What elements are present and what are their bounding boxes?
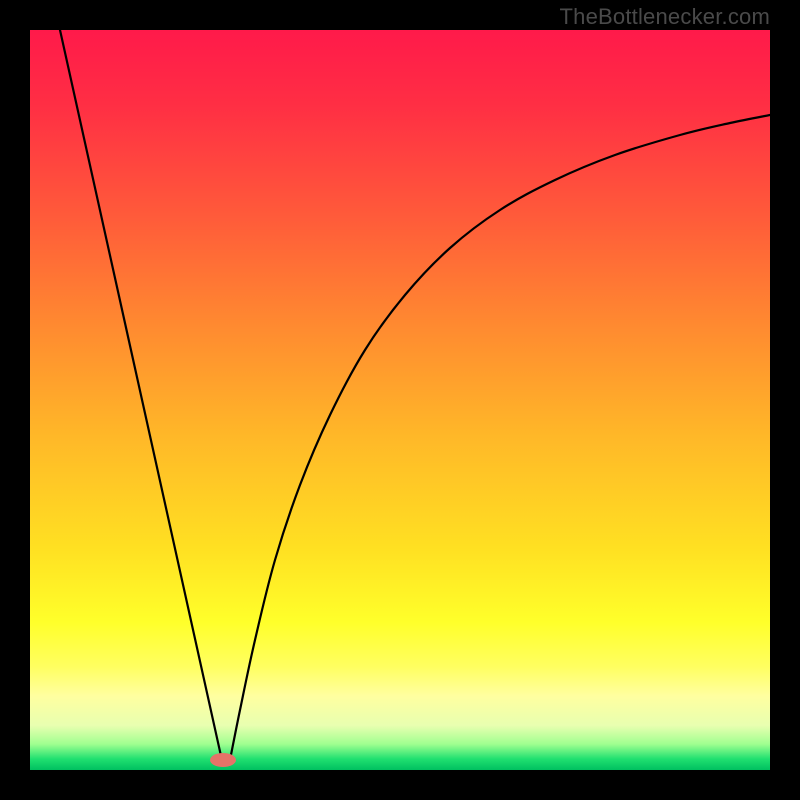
chart-frame: TheBottlenecker.com [0, 0, 800, 800]
plot-svg [30, 30, 770, 770]
watermark-text: TheBottlenecker.com [560, 4, 770, 30]
plot-area [30, 30, 770, 770]
optimum-marker [210, 753, 236, 767]
